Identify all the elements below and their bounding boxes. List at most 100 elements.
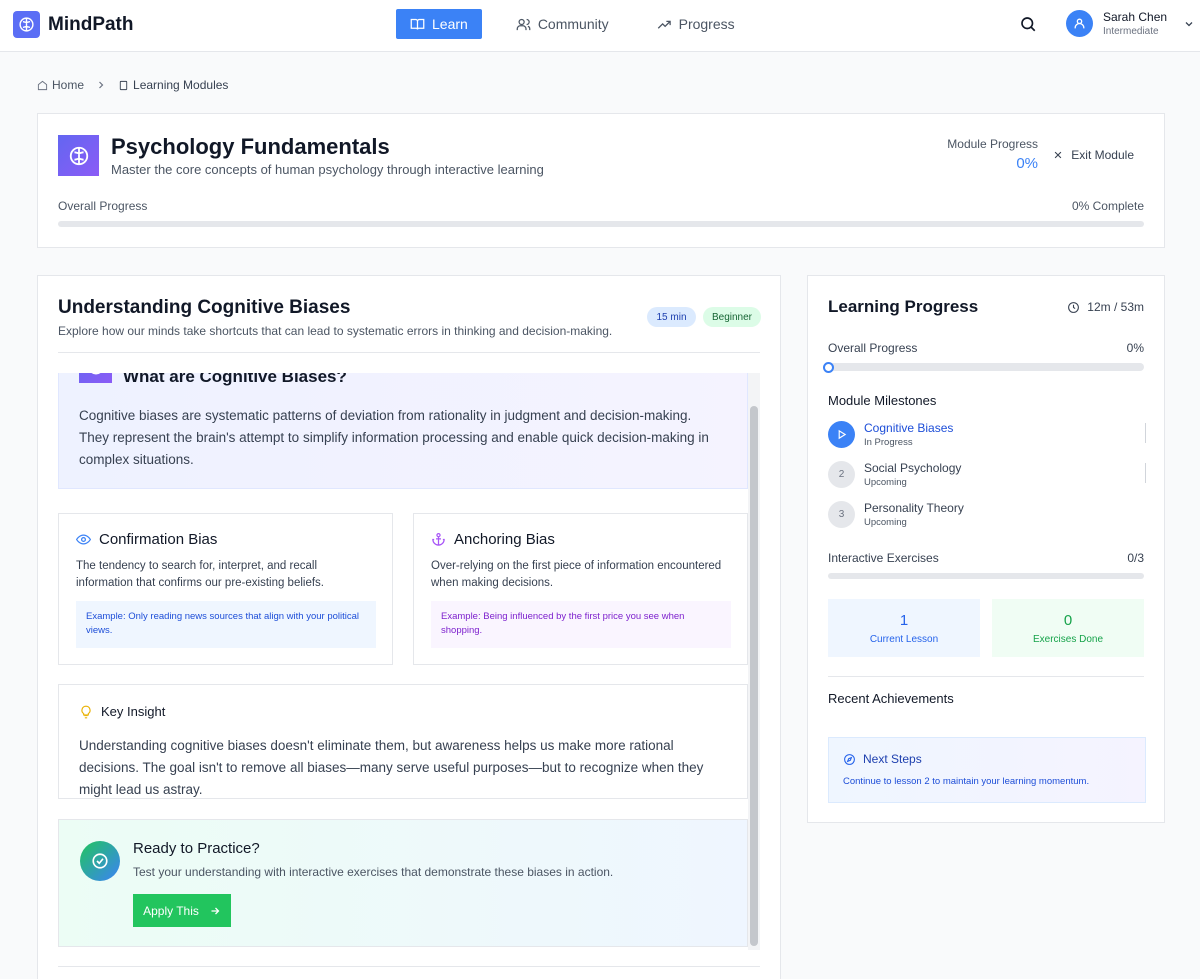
insight-heading: Key Insight <box>101 704 166 719</box>
nav-progress[interactable]: Progress <box>643 9 749 39</box>
learning-progress-panel: Learning Progress 12m / 53m Overall Prog… <box>807 275 1165 823</box>
milestone-item[interactable]: 3 Personality Theory Upcoming <box>828 501 1146 531</box>
practice-heading: Ready to Practice? <box>133 840 260 857</box>
module-subtitle: Master the core concepts of human psycho… <box>111 162 544 177</box>
milestone-connector <box>1145 423 1146 443</box>
users-icon <box>516 18 531 30</box>
trending-up-icon <box>657 20 671 29</box>
document-icon <box>119 80 128 90</box>
chevron-right-icon <box>99 81 104 89</box>
chevron-down-icon[interactable] <box>1183 18 1195 30</box>
next-steps-text: Continue to lesson 2 to maintain your le… <box>843 776 1090 787</box>
module-progress-label: Module Progress <box>947 137 1038 151</box>
book-icon <box>410 18 425 30</box>
milestone-status: Upcoming <box>864 477 907 488</box>
user-name: Sarah Chen <box>1103 10 1168 24</box>
intro-text: Cognitive biases are systematic patterns… <box>79 408 709 467</box>
next-steps-box: Next Steps Continue to lesson 2 to maint… <box>828 737 1146 803</box>
time-spent: 12m / 53m <box>1067 300 1144 314</box>
play-icon <box>828 421 855 448</box>
intro-heading: What are Cognitive Biases? <box>123 373 347 386</box>
time-value: 12m / 53m <box>1087 300 1144 314</box>
nav-community-label: Community <box>537 16 609 32</box>
bias-card-anchoring: Anchoring Bias Over-relying on the first… <box>413 513 748 665</box>
module-title: Psychology Fundamentals <box>111 134 390 159</box>
milestones-heading: Module Milestones <box>828 393 937 408</box>
eye-icon <box>76 534 91 545</box>
sidebar-overall-label: Overall Progress <box>828 341 918 355</box>
user-role: Intermediate <box>1103 26 1159 37</box>
user-icon <box>1074 18 1085 29</box>
divider <box>58 966 760 967</box>
brain-icon <box>58 135 99 176</box>
breadcrumb-home[interactable]: Home <box>37 78 84 92</box>
bias-example: Example: Being influenced by the first p… <box>431 601 731 648</box>
practice-section: Ready to Practice? Test your understandi… <box>58 819 748 947</box>
milestone-status: Upcoming <box>864 517 907 528</box>
app-name: MindPath <box>48 13 134 35</box>
lightbulb-icon <box>81 705 91 718</box>
insight-text: Understanding cognitive biases doesn't e… <box>79 738 704 797</box>
milestone-item[interactable]: Cognitive Biases In Progress <box>828 421 1146 451</box>
apply-button[interactable]: Apply This <box>133 894 231 927</box>
exit-module-button[interactable]: Exit Module <box>1053 148 1134 162</box>
breadcrumb-current: Learning Modules <box>118 78 228 92</box>
user-menu[interactable]: Sarah Chen Intermediate <box>1066 10 1195 37</box>
stat-label: Exercises Done <box>1032 633 1104 645</box>
stat-value: 1 <box>899 611 909 629</box>
bias-title: Anchoring Bias <box>454 531 555 548</box>
search-icon[interactable] <box>1019 15 1039 35</box>
exercises-bar <box>828 573 1144 579</box>
stat-label: Current Lesson <box>869 633 939 645</box>
check-circle-icon <box>80 841 120 881</box>
milestone-status: In Progress <box>864 437 913 448</box>
progress-marker <box>823 362 834 373</box>
lesson-card: Understanding Cognitive Biases Explore h… <box>37 275 781 979</box>
practice-text: Test your understanding with interactive… <box>133 865 614 879</box>
stat-current-lesson: 1 Current Lesson <box>828 599 980 657</box>
breadcrumb-home-label: Home <box>52 78 85 92</box>
lesson-content-scroll[interactable]: What are Cognitive Biases? Cognitive bia… <box>58 373 760 950</box>
close-icon <box>1054 151 1062 159</box>
avatar <box>1066 10 1093 37</box>
lesson-title: Understanding Cognitive Biases <box>58 297 351 318</box>
milestone-name: Social Psychology <box>864 461 962 475</box>
stat-exercises-done: 0 Exercises Done <box>992 599 1144 657</box>
divider <box>58 352 760 353</box>
exercises-label: Interactive Exercises <box>828 551 939 565</box>
level-badge: Beginner <box>703 307 761 327</box>
sidebar-overall-bar <box>828 363 1144 371</box>
milestone-connector <box>1145 463 1146 483</box>
arrow-right-icon <box>211 907 220 914</box>
key-insight: Key Insight Understanding cognitive bias… <box>58 684 748 799</box>
apply-button-label: Apply This <box>143 903 199 918</box>
divider <box>828 676 1144 677</box>
brand[interactable]: MindPath <box>13 11 134 38</box>
breadcrumb: Home Learning Modules <box>37 78 228 92</box>
next-steps-heading: Next Steps <box>863 752 922 766</box>
anchor-icon <box>432 532 445 546</box>
overall-progress-bar <box>58 221 1144 227</box>
brain-logo-icon <box>13 11 40 38</box>
achievements-heading: Recent Achievements <box>828 691 954 706</box>
exercises-value: 0/3 <box>1127 551 1144 565</box>
nav-progress-label: Progress <box>678 16 735 32</box>
bias-card-confirmation: Confirmation Bias The tendency to search… <box>58 513 393 665</box>
duration-badge: 15 min <box>647 307 696 327</box>
lesson-subtitle: Explore how our minds take shortcuts tha… <box>58 324 613 338</box>
stat-value: 0 <box>1063 611 1073 629</box>
bias-description: Over-relying on the first piece of infor… <box>431 560 722 589</box>
module-progress-value: 0% <box>1016 155 1038 172</box>
bias-description: The tendency to search for, interpret, a… <box>76 560 324 589</box>
milestone-number: 2 <box>828 461 855 488</box>
milestone-name: Personality Theory <box>864 501 964 515</box>
breadcrumb-current-label: Learning Modules <box>133 78 229 92</box>
top-navbar: MindPath Learn Community Progress Sarah … <box>0 0 1200 52</box>
milestone-item[interactable]: 2 Social Psychology Upcoming <box>828 461 1146 491</box>
nav-learn[interactable]: Learn <box>396 9 482 39</box>
nav-community[interactable]: Community <box>502 9 623 39</box>
scrollbar-thumb[interactable] <box>750 406 758 946</box>
clock-icon <box>1068 301 1080 313</box>
overall-progress-label: Overall Progress <box>58 199 148 213</box>
bias-title: Confirmation Bias <box>99 531 218 548</box>
